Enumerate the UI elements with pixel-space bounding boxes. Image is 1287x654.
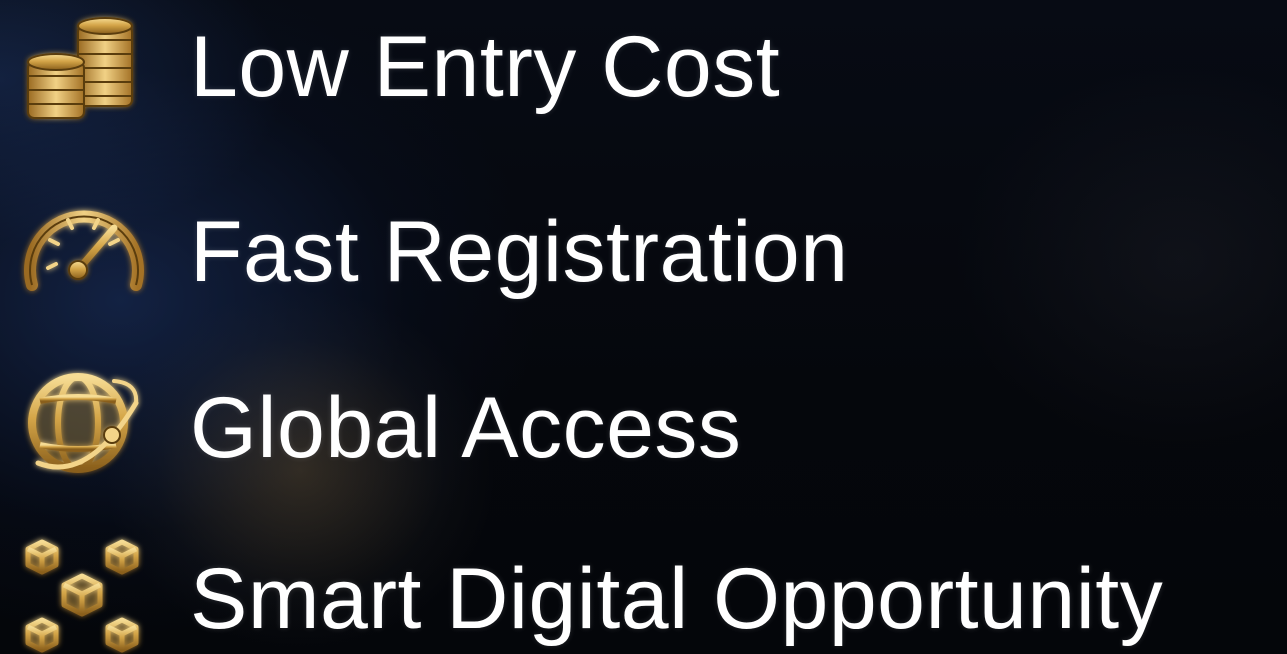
blockchain-cubes-icon — [20, 534, 150, 654]
feature-item-low-entry-cost: Low Entry Cost — [0, 0, 1287, 130]
feature-label: Low Entry Cost — [190, 19, 781, 115]
feature-label: Smart Digital Opportunity — [190, 551, 1164, 647]
coins-stack-icon — [20, 6, 150, 126]
feature-list-panel: Low Entry Cost Fast Registration Global … — [0, 0, 1287, 654]
feature-item-fast-registration: Fast Registration — [0, 175, 1287, 305]
feature-item-global-access: Global Access — [0, 355, 1287, 485]
feature-item-smart-digital-opportunity: Smart Digital Opportunity — [0, 530, 1287, 654]
speedometer-icon — [18, 190, 148, 310]
feature-label: Global Access — [190, 380, 742, 476]
feature-label: Fast Registration — [190, 204, 849, 300]
globe-network-icon — [18, 363, 148, 483]
